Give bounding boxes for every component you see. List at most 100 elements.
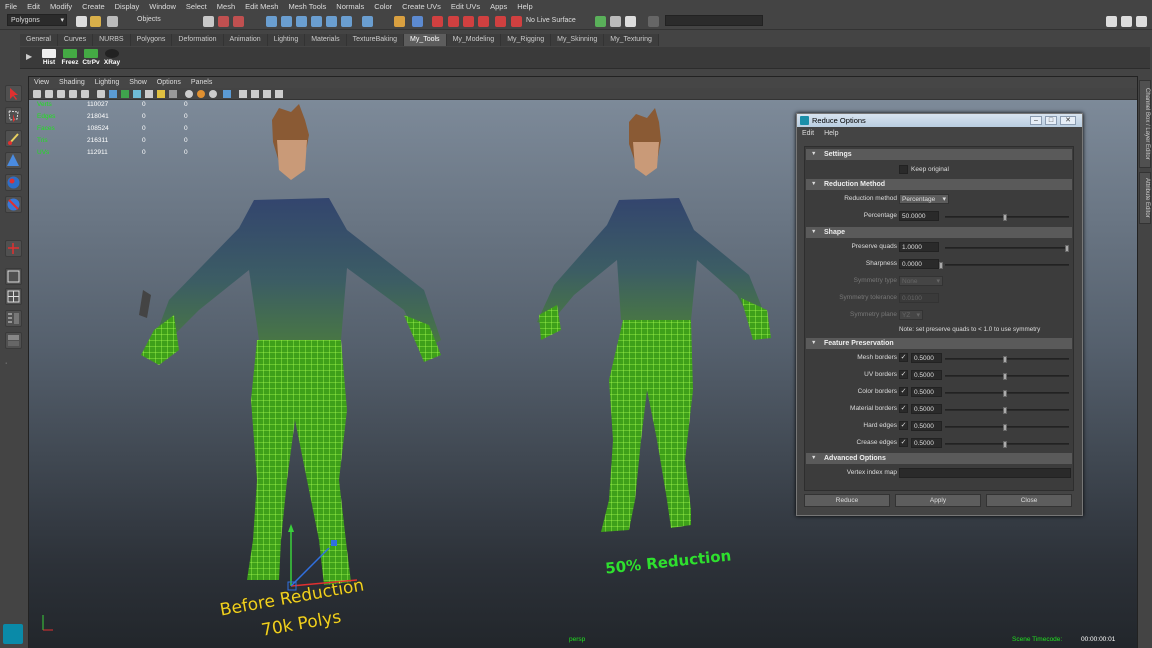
menu-edit-uvs[interactable]: Edit UVs (446, 2, 485, 11)
select-component-icon[interactable] (233, 16, 244, 27)
panel-layout-icon[interactable] (1106, 16, 1117, 27)
toolbox-more-icon[interactable]: · (5, 358, 22, 367)
input-ops-icon[interactable] (412, 16, 423, 27)
lock-icon[interactable] (394, 16, 405, 27)
slider-handle[interactable] (1003, 424, 1007, 431)
render-settings-icon[interactable] (463, 16, 474, 27)
menu-mesh[interactable]: Mesh (212, 2, 240, 11)
channel-box-tab[interactable]: Channel Box / Layer Editor (1139, 80, 1151, 168)
outliner-icon[interactable] (1121, 16, 1132, 27)
uv-borders-field[interactable]: 0.5000 (911, 370, 942, 380)
shelf-tab[interactable]: Lighting (267, 34, 306, 46)
color-borders-field[interactable]: 0.5000 (911, 387, 942, 397)
shelf-tab[interactable]: Polygons (130, 34, 173, 46)
dialog-menu-edit[interactable]: Edit (797, 128, 819, 139)
preserve-quads-slider[interactable] (945, 245, 1069, 252)
close-button[interactable]: Close (986, 494, 1072, 507)
shelf-tab[interactable]: My_Rigging (501, 34, 552, 46)
select-tool-icon[interactable] (5, 85, 22, 102)
history-icon[interactable] (362, 16, 373, 27)
crease-edges-checkbox[interactable]: ✓ (899, 438, 908, 447)
single-pane-layout-icon[interactable] (5, 268, 22, 285)
mesh-borders-slider[interactable] (945, 356, 1069, 363)
vertex-index-map-field[interactable] (899, 468, 1071, 478)
scale-tool-icon[interactable] (5, 196, 22, 213)
menu-select[interactable]: Select (181, 2, 212, 11)
dialog-titlebar[interactable]: Reduce Options – □ ✕ (797, 114, 1082, 127)
viewport-menu-lighting[interactable]: Lighting (90, 77, 125, 88)
ipr-render-icon[interactable] (448, 16, 459, 27)
shelf-tab[interactable]: Deformation (172, 34, 224, 46)
snap-point-icon[interactable] (296, 16, 307, 27)
four-pane-layout-icon[interactable] (5, 288, 22, 305)
shelf-tab[interactable]: Materials (305, 34, 347, 46)
shelf-tab[interactable]: TextureBaking (346, 34, 404, 46)
shelf-tab[interactable]: Animation (223, 34, 268, 46)
character-reduced[interactable] (537, 108, 771, 532)
shelf-tab[interactable]: My_Skinning (551, 34, 605, 46)
viewport-menu-show[interactable]: Show (124, 77, 152, 88)
open-scene-icon[interactable] (90, 16, 101, 27)
magnet-icon[interactable] (511, 16, 522, 27)
percentage-slider[interactable] (945, 214, 1069, 221)
slider-handle[interactable] (1003, 441, 1007, 448)
slider-handle[interactable] (1003, 407, 1007, 414)
crease-edges-field[interactable]: 0.5000 (911, 438, 942, 448)
shelf-tab[interactable]: My_Modeling (446, 34, 502, 46)
snap-live-icon[interactable] (341, 16, 352, 27)
mode-selector[interactable]: Polygons ▾ (7, 14, 67, 26)
paint-select-icon[interactable] (5, 130, 22, 147)
slider-handle[interactable] (1003, 214, 1007, 221)
viewport-menu-options[interactable]: Options (152, 77, 186, 88)
hypershade-icon[interactable] (478, 16, 489, 27)
uv-borders-checkbox[interactable]: ✓ (899, 370, 908, 379)
menu-mesh-tools[interactable]: Mesh Tools (283, 2, 331, 11)
uv-borders-slider[interactable] (945, 373, 1069, 380)
shelf-tab[interactable]: NURBS (93, 34, 131, 46)
shelf-menu-icon[interactable]: ▶ (26, 52, 32, 61)
render-view-icon[interactable] (495, 16, 506, 27)
outliner-layout-icon[interactable] (5, 310, 22, 327)
sharpness-slider[interactable] (939, 262, 1069, 269)
snap-grid-icon[interactable] (266, 16, 277, 27)
color-borders-checkbox[interactable]: ✓ (899, 387, 908, 396)
material-borders-field[interactable]: 0.5000 (911, 404, 942, 414)
snap-surface-icon[interactable] (326, 16, 337, 27)
mesh-borders-field[interactable]: 0.5000 (911, 353, 942, 363)
objects-selector[interactable]: Objects (134, 14, 196, 26)
sharpness-field[interactable]: 0.0000 (899, 259, 939, 269)
move-tool-icon[interactable] (5, 152, 22, 169)
keep-original-checkbox[interactable] (899, 165, 908, 174)
slider-handle[interactable] (1065, 245, 1069, 252)
lasso-tool-icon[interactable] (5, 107, 22, 124)
shelf-tab[interactable]: Curves (57, 34, 94, 46)
close-icon[interactable]: ✕ (1060, 116, 1076, 125)
crease-edges-slider[interactable] (945, 441, 1069, 448)
viewport-menu-shading[interactable]: Shading (54, 77, 90, 88)
hard-edges-slider[interactable] (945, 424, 1069, 431)
reduce-button[interactable]: Reduce (804, 494, 890, 507)
slider-handle[interactable] (939, 262, 943, 269)
material-borders-slider[interactable] (945, 407, 1069, 414)
slider-handle[interactable] (1003, 390, 1007, 397)
new-scene-icon[interactable] (76, 16, 87, 27)
apply-button[interactable]: Apply (895, 494, 981, 507)
menu-normals[interactable]: Normals (331, 2, 369, 11)
rotate-tool-icon[interactable] (5, 174, 22, 191)
hard-edges-checkbox[interactable]: ✓ (899, 421, 908, 430)
menu-display[interactable]: Display (110, 2, 145, 11)
minimize-icon[interactable]: – (1030, 116, 1042, 125)
character-original[interactable] (139, 104, 441, 585)
menu-file[interactable]: File (0, 2, 22, 11)
section-advanced-options[interactable]: Advanced Options (806, 453, 1072, 464)
hypershade-layout-icon[interactable] (5, 332, 22, 349)
mesh-borders-checkbox[interactable]: ✓ (899, 353, 908, 362)
settings-icon[interactable] (1136, 16, 1147, 27)
viewport-menu-panels[interactable]: Panels (186, 77, 217, 88)
shelf-hist-button[interactable]: Hist (40, 49, 58, 67)
menu-create[interactable]: Create (77, 2, 110, 11)
viewport-toolbar-icons[interactable] (29, 88, 309, 100)
select-hierarchy-icon[interactable] (203, 16, 214, 27)
material-borders-checkbox[interactable]: ✓ (899, 404, 908, 413)
preserve-quads-field[interactable]: 1.0000 (899, 242, 939, 252)
